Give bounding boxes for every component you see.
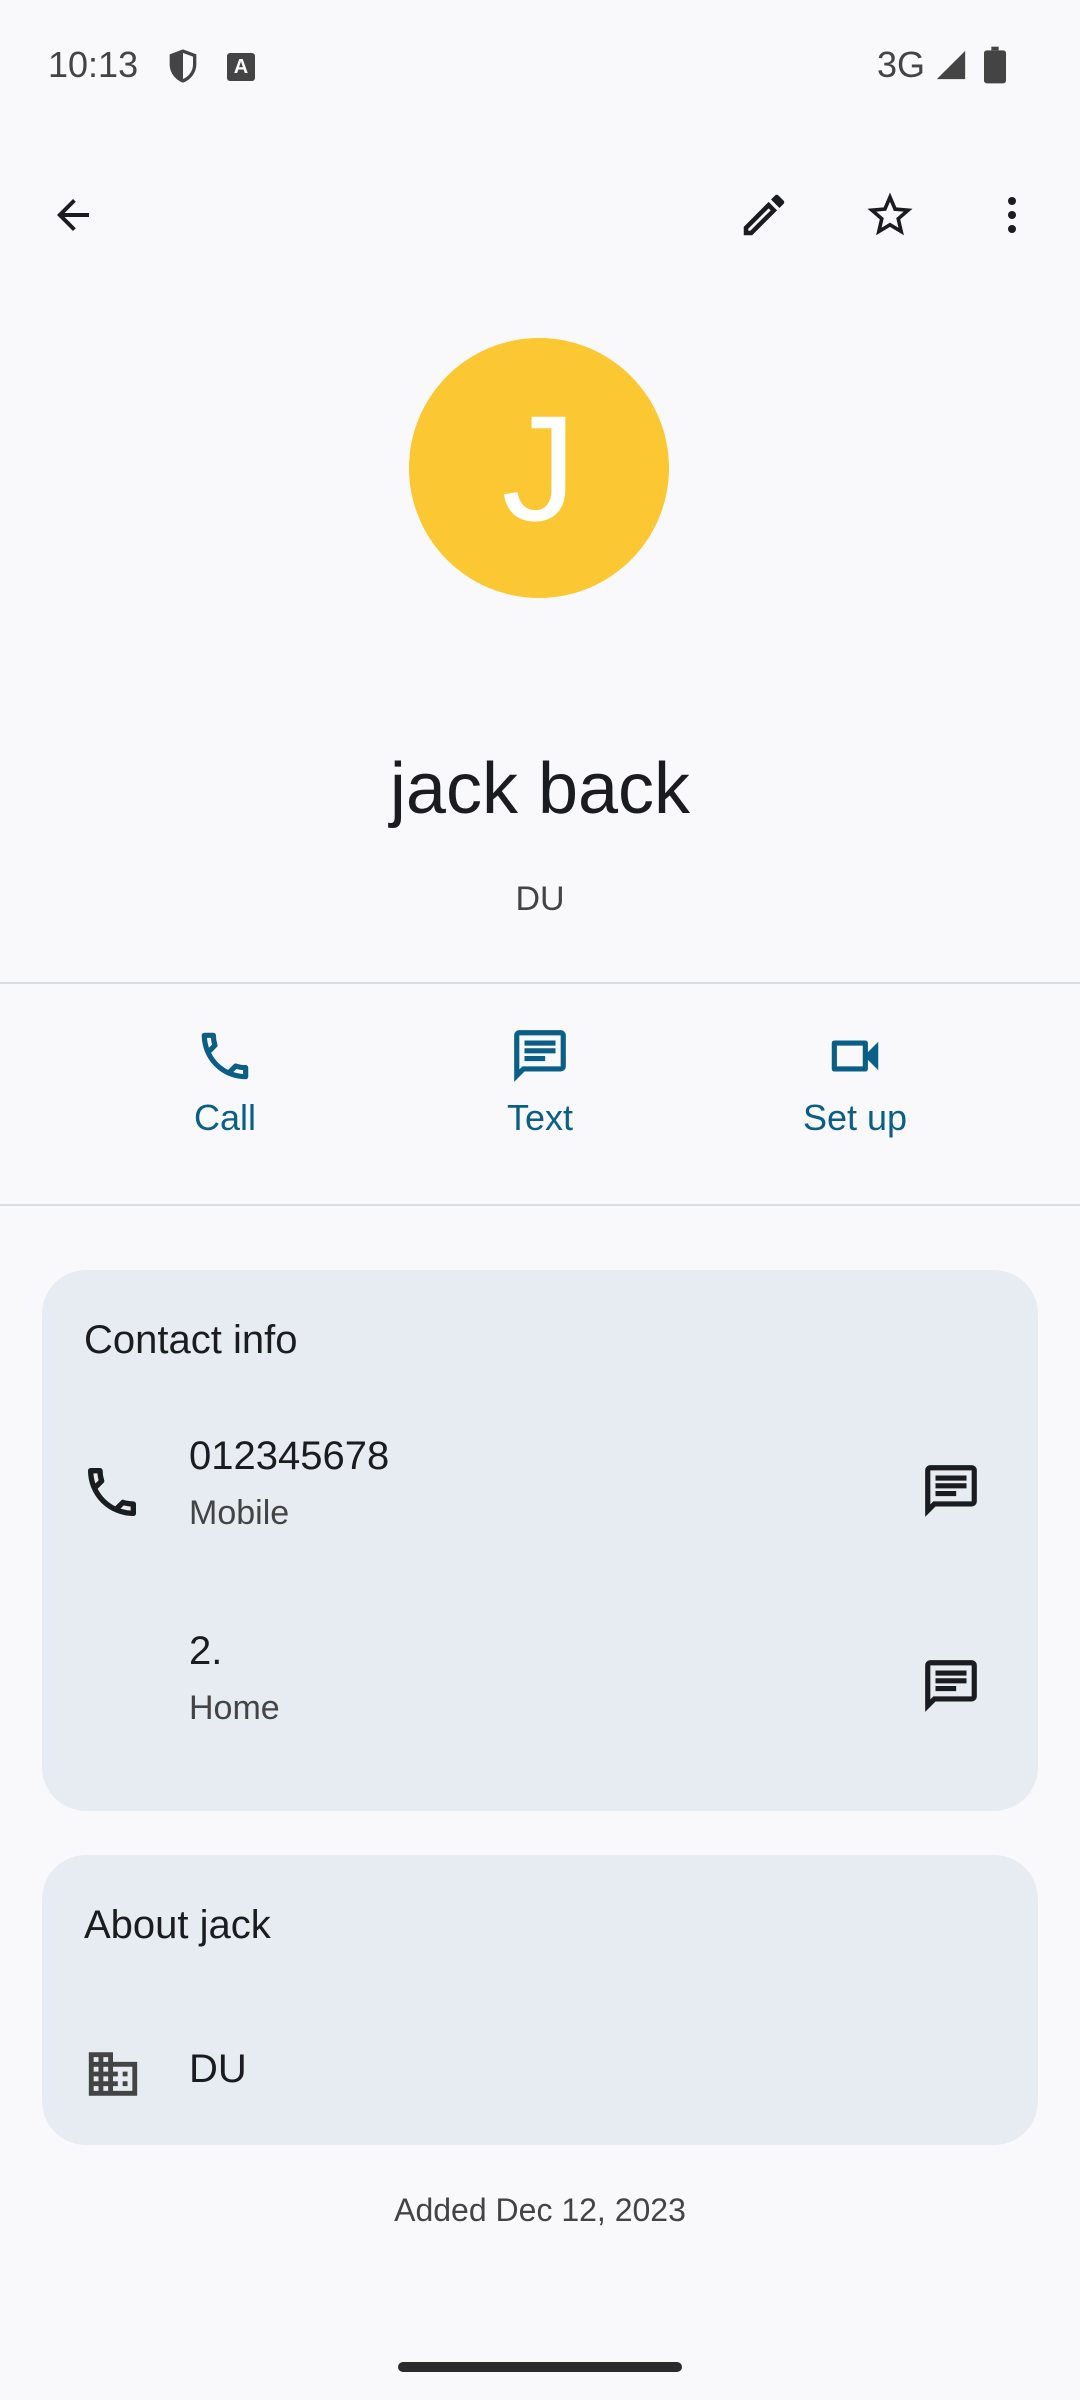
- contact-info-title: Contact info: [84, 1318, 298, 1362]
- notification-app-icon: A: [227, 53, 255, 81]
- added-date: Added Dec 12, 2023: [394, 2192, 686, 2228]
- more-vert-icon: [1008, 197, 1016, 233]
- more-options-button[interactable]: [964, 167, 1060, 263]
- divider: [0, 982, 1080, 984]
- signal-icon: [934, 48, 968, 82]
- video-setup-label: Set up: [802, 1097, 908, 1138]
- pencil-icon: [743, 194, 785, 236]
- phone-entry-row[interactable]: 2. Home: [42, 1615, 1038, 1795]
- phone-type: Home: [189, 1689, 280, 1727]
- avatar: J: [409, 338, 669, 598]
- status-time: 10:13: [48, 44, 139, 85]
- send-message-button[interactable]: [920, 1655, 992, 1727]
- phone-number: 012345678: [189, 1434, 390, 1478]
- phone-icon: [201, 1032, 249, 1080]
- videocam-icon: [831, 1040, 879, 1072]
- call-label: Call: [193, 1097, 256, 1138]
- star-outline-icon: [867, 192, 913, 236]
- about-card: About jack DU: [42, 1855, 1038, 2145]
- edit-button[interactable]: [716, 167, 812, 263]
- text-action-button[interactable]: Text: [430, 1025, 650, 1175]
- phone-icon: [80, 1460, 144, 1529]
- arrow-back-icon: [57, 199, 89, 231]
- phone-entry-row[interactable]: 012345678 Mobile: [42, 1420, 1038, 1600]
- status-bar: 10:13 A 3G: [0, 0, 1080, 135]
- back-button[interactable]: [25, 167, 121, 263]
- favorite-button[interactable]: [842, 167, 938, 263]
- phone-type: Mobile: [189, 1494, 290, 1532]
- business-icon: [84, 2045, 142, 2108]
- about-title: About jack: [84, 1903, 271, 1947]
- message-icon: [925, 1660, 977, 1712]
- battery-icon: [984, 46, 1006, 84]
- contact-company: DU: [515, 880, 565, 918]
- phone-number: 2.: [189, 1629, 223, 1673]
- text-label: Text: [506, 1097, 574, 1138]
- contact-info-card: Contact info 012345678 Mobile 2. Home: [42, 1270, 1038, 1811]
- message-icon: [514, 1030, 566, 1082]
- home-indicator[interactable]: [398, 2362, 682, 2372]
- call-action-button[interactable]: Call: [115, 1025, 335, 1175]
- divider: [0, 1204, 1080, 1206]
- contact-name: jack back: [389, 749, 691, 829]
- shield-icon: [163, 46, 203, 86]
- video-setup-action-button[interactable]: Set up: [745, 1025, 965, 1175]
- about-company: DU: [189, 2047, 247, 2091]
- send-message-button[interactable]: [920, 1460, 992, 1532]
- message-icon: [925, 1465, 977, 1517]
- network-type: 3G: [877, 44, 926, 85]
